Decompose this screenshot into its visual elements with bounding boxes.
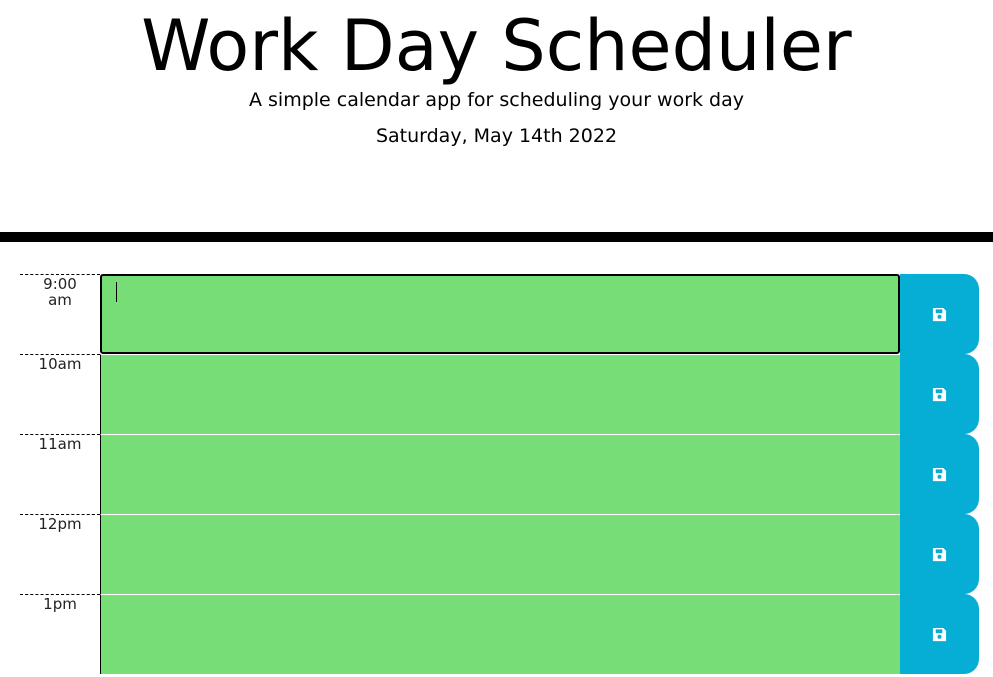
hour-label-suffix: am (48, 291, 72, 309)
event-description-input[interactable] (100, 274, 900, 354)
save-icon (932, 467, 947, 481)
timeblock-container: 9:00 am 10am 11am 12pm 1pm (0, 274, 993, 674)
hour-label: 10am (20, 354, 100, 434)
save-button[interactable] (900, 354, 979, 434)
event-description-input[interactable] (100, 434, 900, 514)
text-cursor (116, 282, 117, 302)
hour-label: 11am (20, 434, 100, 514)
timeblock-row: 10am (0, 354, 993, 434)
save-button[interactable] (900, 594, 979, 674)
event-description-input[interactable] (100, 514, 900, 594)
event-description-input[interactable] (100, 354, 900, 434)
save-icon (932, 307, 947, 321)
page-subtitle: A simple calendar app for scheduling you… (248, 89, 745, 111)
hour-label-text: 12pm (38, 515, 82, 533)
page-header: Work Day Scheduler A simple calendar app… (0, 0, 993, 242)
save-icon (932, 547, 947, 561)
hour-label: 9:00 am (20, 274, 100, 354)
hour-label-text: 10am (38, 355, 82, 373)
save-icon (932, 387, 947, 401)
timeblock-row: 9:00 am (0, 274, 993, 354)
hour-label-text: 1pm (43, 595, 77, 613)
save-button[interactable] (900, 274, 979, 354)
event-description-input[interactable] (100, 594, 900, 674)
hour-label: 12pm (20, 514, 100, 594)
page-title: Work Day Scheduler (141, 5, 852, 87)
hour-label-text: 11am (38, 435, 82, 453)
current-day: Saturday, May 14th 2022 (375, 125, 618, 147)
timeblock-row: 11am (0, 434, 993, 514)
hour-label: 1pm (20, 594, 100, 674)
save-icon (932, 627, 947, 641)
timeblock-row: 1pm (0, 594, 993, 674)
hour-label-text: 9:00 (43, 275, 77, 293)
timeblock-row: 12pm (0, 514, 993, 594)
save-button[interactable] (900, 434, 979, 514)
save-button[interactable] (900, 514, 979, 594)
